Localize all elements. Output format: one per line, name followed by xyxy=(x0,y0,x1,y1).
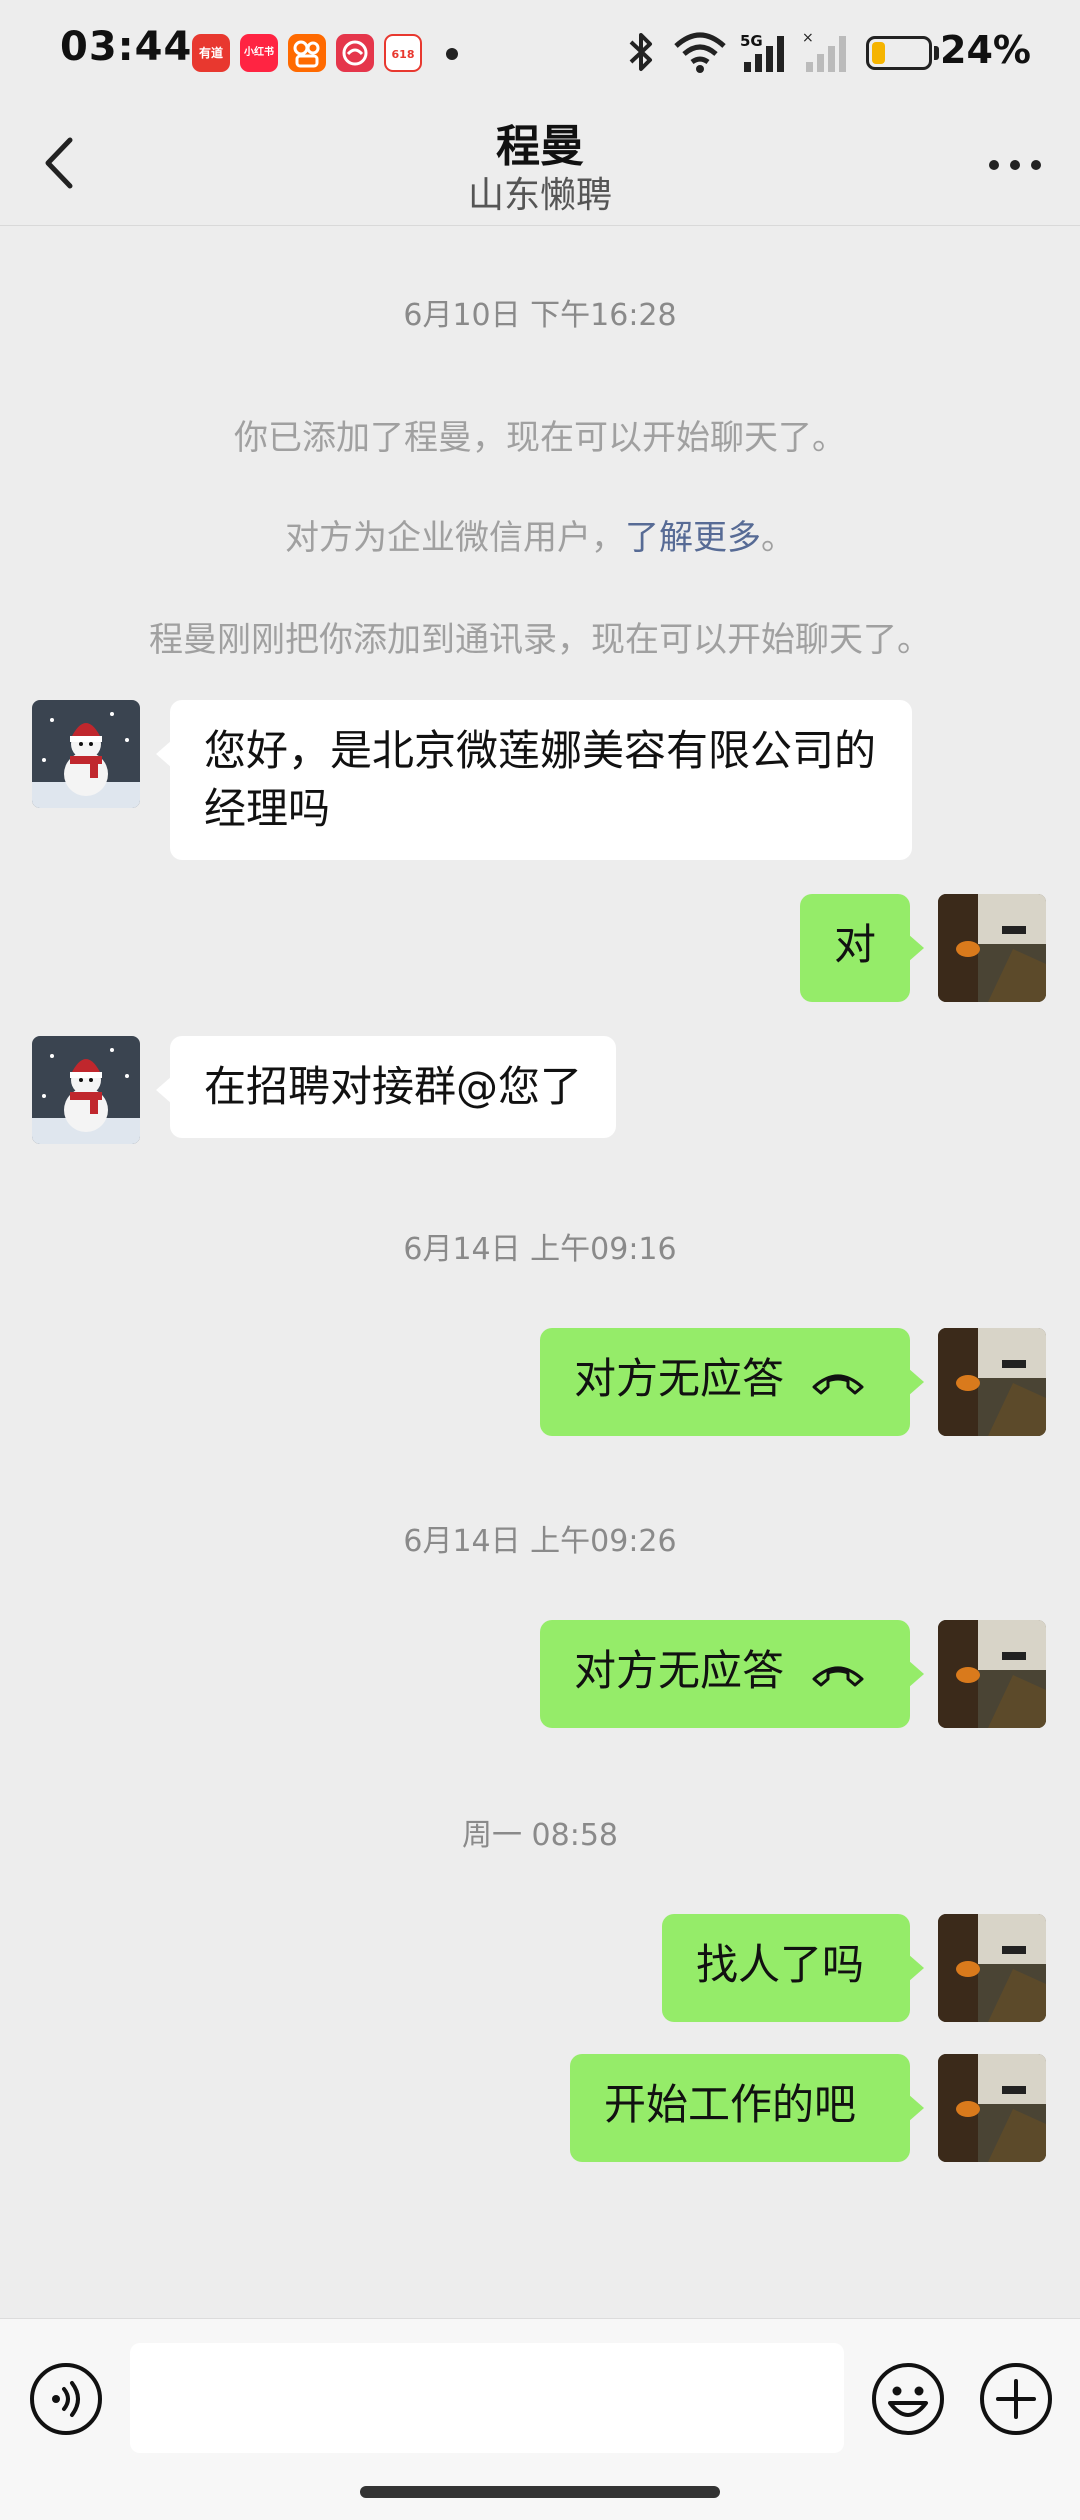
app-icon-red xyxy=(336,34,374,72)
system-message-enterprise: 对方为企业微信用户，了解更多。 xyxy=(0,510,1080,559)
my-avatar[interactable] xyxy=(938,2054,1046,2162)
more-functions-button[interactable] xyxy=(978,2361,1054,2437)
chat-header: 程曼 山东懒聘 xyxy=(0,100,1080,226)
signal-strength-icon xyxy=(744,36,784,72)
message-timestamp: 6月14日 上午09:26 xyxy=(403,1524,677,1559)
message-text-input[interactable] xyxy=(130,2343,844,2453)
contact-name: 程曼 xyxy=(496,121,584,172)
contact-avatar[interactable] xyxy=(32,700,140,808)
message-timestamp: 6月10日 下午16:28 xyxy=(403,298,677,333)
home-indicator[interactable] xyxy=(360,2486,720,2498)
message-timestamp: 周一 08:58 xyxy=(462,1818,618,1853)
contact-avatar[interactable] xyxy=(32,1036,140,1144)
received-message-bubble[interactable]: 您好，是北京微莲娜美容有限公司的经理吗 xyxy=(156,700,912,860)
system-message-end: 。 xyxy=(761,518,795,558)
youdao-app-icon: 有道 xyxy=(192,34,230,72)
call-record-bubble[interactable]: 对方无应答 xyxy=(540,1620,924,1728)
sent-message-bubble[interactable]: 找人了吗 xyxy=(662,1914,924,2022)
taobao-app-icon: 618 xyxy=(384,34,422,72)
notification-dot xyxy=(446,48,458,60)
call-record-bubble[interactable]: 对方无应答 xyxy=(540,1328,924,1436)
status-bar: 03:44 有道 小红书 618 5G × 24% xyxy=(0,0,1080,100)
learn-more-link[interactable]: 了解更多 xyxy=(625,518,761,558)
bluetooth-icon xyxy=(629,33,652,71)
kuaishou-app-icon xyxy=(288,34,326,72)
phone-hangup-icon xyxy=(812,1666,864,1686)
call-status-text: 对方无应答 xyxy=(574,1646,785,1695)
sent-message-bubble[interactable]: 对 xyxy=(800,894,924,1002)
battery-tip xyxy=(934,46,939,60)
svg-text:×: × xyxy=(802,30,814,46)
battery-percent: 24% xyxy=(940,28,1031,72)
voice-icon xyxy=(30,2363,102,2435)
my-avatar[interactable] xyxy=(938,1620,1046,1728)
received-message-bubble[interactable]: 在招聘对接群@您了 xyxy=(155,1036,617,1138)
xiaohongshu-app-icon: 小红书 xyxy=(240,34,278,72)
system-message-text: 对方为企业微信用户， xyxy=(285,518,625,558)
plus-circle-icon xyxy=(980,2363,1052,2435)
my-avatar[interactable] xyxy=(938,894,1046,1002)
voice-input-button[interactable] xyxy=(28,2361,104,2437)
emoji-button[interactable] xyxy=(870,2361,946,2437)
emoji-icon xyxy=(872,2363,944,2435)
chat-screen: 03:44 有道 小红书 618 5G × 24% 程曼 山东懒聘 6月10日 … xyxy=(0,0,1080,2520)
wifi-icon xyxy=(674,32,726,73)
system-message: 程曼刚刚把你添加到通讯录，现在可以开始聊天了。 xyxy=(149,620,931,660)
battery-icon xyxy=(866,36,932,70)
more-options-button[interactable] xyxy=(980,140,1050,190)
more-dots-icon xyxy=(989,160,1041,170)
status-time: 03:44 xyxy=(60,24,193,70)
system-message: 你已添加了程曼，现在可以开始聊天了。 xyxy=(234,418,846,458)
battery-level xyxy=(872,42,885,64)
message-timestamp: 6月14日 上午09:16 xyxy=(403,1232,677,1267)
contact-company: 山东懒聘 xyxy=(467,175,612,216)
my-avatar[interactable] xyxy=(938,1914,1046,2022)
phone-hangup-icon xyxy=(812,1374,864,1394)
sent-message-bubble[interactable]: 开始工作的吧 xyxy=(570,2054,924,2162)
my-avatar[interactable] xyxy=(938,1328,1046,1436)
call-status-text: 对方无应答 xyxy=(574,1354,785,1403)
signal-no-service-icon: × xyxy=(802,30,846,72)
